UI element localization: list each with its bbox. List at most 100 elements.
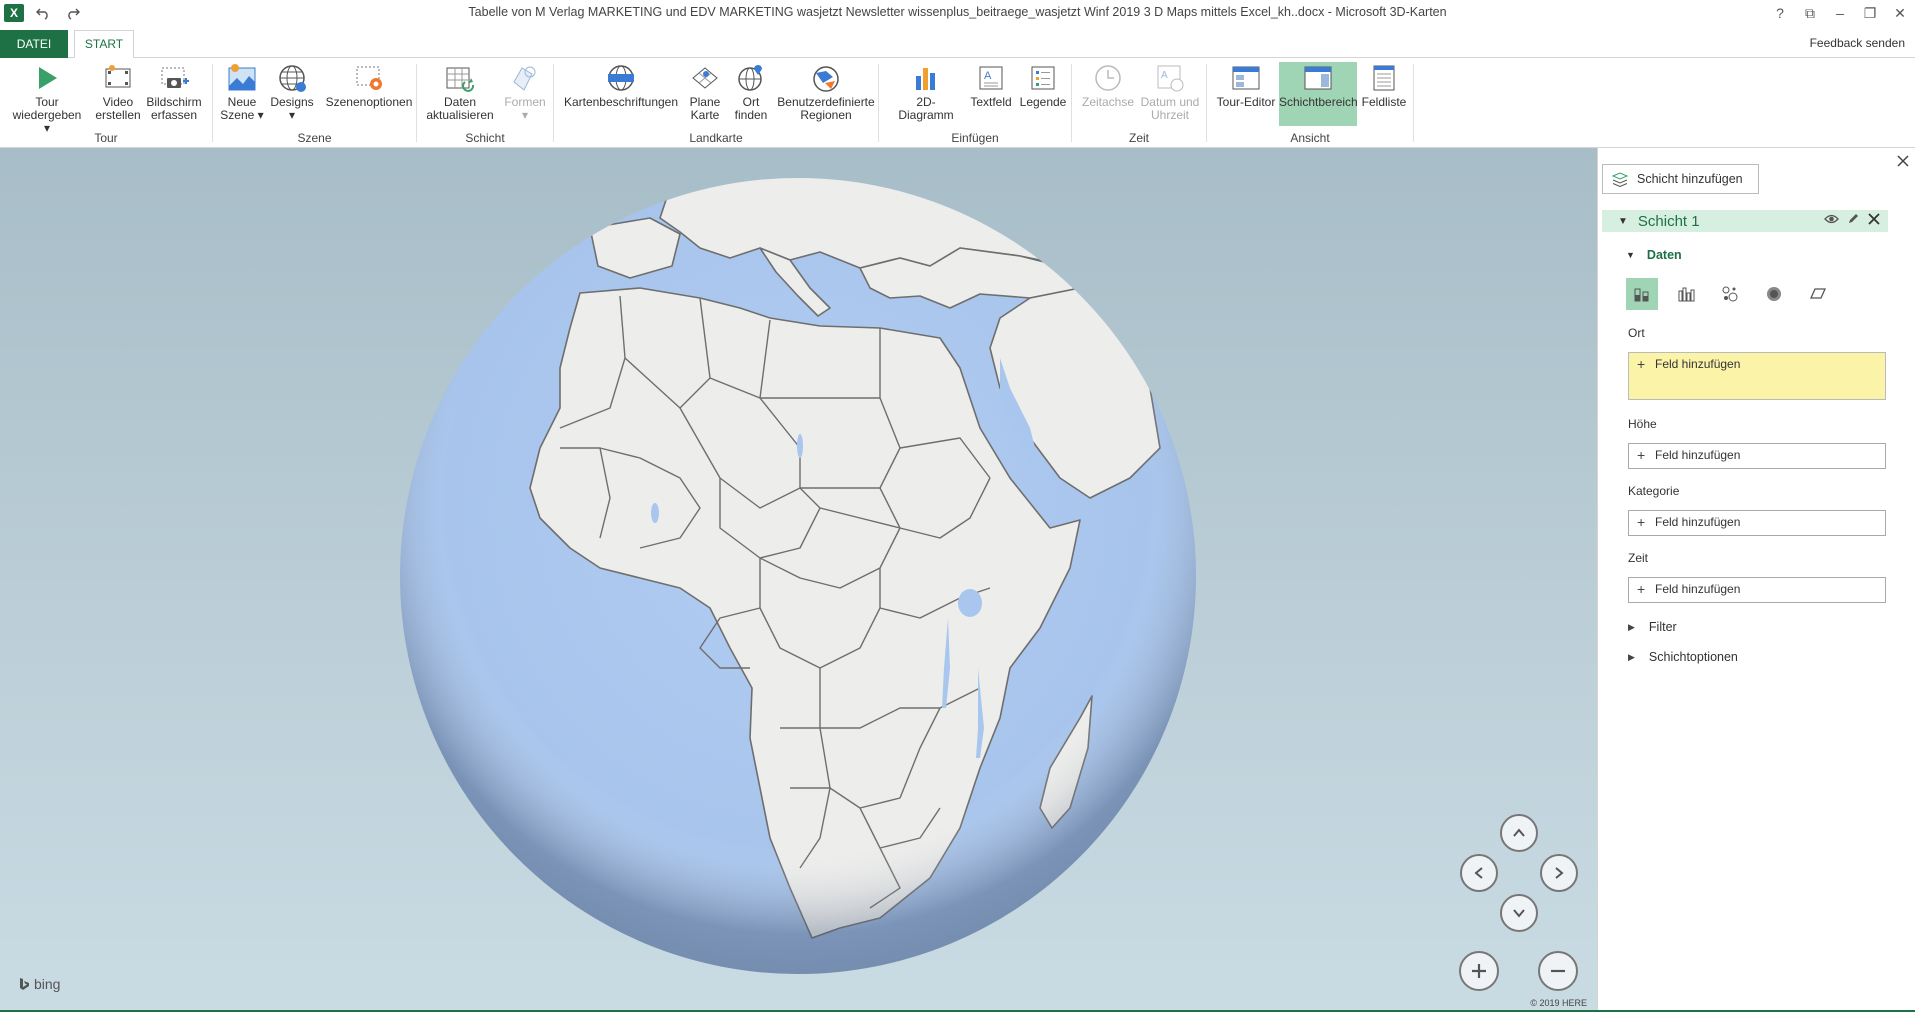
- pan-down-button[interactable]: [1500, 894, 1538, 932]
- data-section-header[interactable]: ▼ Daten: [1626, 248, 1682, 262]
- region-icon: [1809, 288, 1827, 299]
- create-video-button[interactable]: Video erstellen: [92, 62, 144, 122]
- ribbon-display-button[interactable]: ⧉: [1795, 0, 1825, 26]
- plus-icon: +: [1637, 581, 1646, 597]
- designs-button[interactable]: Designs ▾: [269, 62, 315, 122]
- pan-up-button[interactable]: [1500, 814, 1538, 852]
- pan-right-button[interactable]: [1540, 854, 1578, 892]
- group-label-tour: Tour: [94, 131, 118, 145]
- chevron-up-icon: [1513, 828, 1525, 837]
- close-button[interactable]: ✕: [1885, 0, 1915, 26]
- window-title: Tabelle von M Verlag MARKETING und EDV M…: [468, 5, 1447, 19]
- close-icon: [1897, 155, 1909, 167]
- height-field-drop[interactable]: + Feld hinzufügen: [1628, 443, 1886, 469]
- map-canvas[interactable]: bing © 2019 HERE: [0, 148, 1597, 1010]
- tour-editor-button[interactable]: Tour-Editor: [1213, 62, 1279, 126]
- separator: [1413, 64, 1414, 142]
- layer-name[interactable]: Schicht 1: [1638, 213, 1700, 230]
- refresh-data-button[interactable]: Daten aktualisieren: [425, 62, 495, 122]
- chevron-right-icon: [1555, 867, 1564, 879]
- custom-regions-button[interactable]: Benutzerdefinierte Regionen: [776, 62, 876, 122]
- camera-icon: [161, 67, 189, 88]
- timeline-label: Zeitachse: [1081, 95, 1135, 109]
- expand-triangle-icon[interactable]: ▶: [1628, 622, 1635, 633]
- viz-region-button[interactable]: [1802, 278, 1834, 310]
- zoom-in-button[interactable]: [1459, 951, 1499, 991]
- viz-stacked-column-button[interactable]: [1626, 278, 1658, 310]
- category-field-value: Feld hinzufügen: [1655, 515, 1741, 529]
- layer-options-section[interactable]: ▶ Schichtoptionen: [1628, 650, 1738, 664]
- screenshot-label-2: erfassen: [150, 108, 198, 122]
- expand-triangle-icon[interactable]: ▶: [1628, 652, 1635, 663]
- new-scene-icon: [228, 64, 256, 91]
- time-field-value: Feld hinzufügen: [1655, 582, 1741, 596]
- map-labels-label: Kartenbeschriftungen: [563, 95, 679, 109]
- globe[interactable]: [0, 148, 1597, 1010]
- textbox-button[interactable]: A Textfeld: [967, 62, 1015, 109]
- add-layer-label: Schicht hinzufügen: [1637, 172, 1743, 186]
- insert-2d-chart-button[interactable]: 2D-Diagramm: [889, 62, 963, 122]
- heatmap-icon: [1767, 287, 1781, 301]
- viz-bubble-button[interactable]: [1714, 278, 1746, 310]
- maximize-button[interactable]: ❐: [1855, 0, 1885, 26]
- find-location-button[interactable]: Ort finden: [728, 62, 774, 122]
- bing-icon: [20, 978, 29, 990]
- height-field-value: Feld hinzufügen: [1655, 448, 1741, 462]
- shapes-button[interactable]: Formen ▾: [501, 62, 549, 122]
- group-label-landkarte: Landkarte: [689, 131, 743, 145]
- capture-screen-button[interactable]: Bildschirm erfassen: [144, 62, 204, 122]
- layer-header[interactable]: ▼ Schicht 1: [1602, 210, 1888, 232]
- add-layer-icon: [1611, 172, 1629, 187]
- play-tour-button[interactable]: Tour wiedergeben ▾: [8, 62, 86, 135]
- category-field-drop[interactable]: + Feld hinzufügen: [1628, 510, 1886, 536]
- zoom-out-button[interactable]: [1538, 951, 1578, 991]
- play-icon: [39, 67, 57, 89]
- legend-button[interactable]: Legende: [1017, 62, 1069, 109]
- close-pane-button[interactable]: [1897, 154, 1909, 172]
- data-collapse-icon[interactable]: ▼: [1626, 250, 1635, 260]
- minimize-button[interactable]: –: [1825, 0, 1855, 26]
- rename-layer-button[interactable]: [1847, 212, 1860, 228]
- delete-layer-button[interactable]: [1868, 212, 1880, 228]
- location-field-value: Feld hinzufügen: [1655, 357, 1741, 371]
- video-icon: [105, 65, 131, 88]
- svg-text:A: A: [984, 70, 992, 82]
- location-field-drop[interactable]: + Feld hinzufügen: [1628, 352, 1886, 400]
- custom-regions-label-2: Regionen: [800, 108, 852, 122]
- flat-map-button[interactable]: Plane Karte: [682, 62, 728, 122]
- date-time-button[interactable]: A Datum und Uhrzeit: [1136, 62, 1204, 122]
- legend-icon: [1031, 66, 1055, 90]
- visibility-button[interactable]: [1824, 212, 1839, 228]
- layer-pane-icon: [1304, 66, 1332, 90]
- bar-chart-icon: [916, 68, 935, 90]
- scene-options-button[interactable]: Szenenoptionen: [323, 62, 415, 109]
- pan-left-button[interactable]: [1460, 854, 1498, 892]
- svg-text:A: A: [1161, 70, 1168, 81]
- find-location-icon: [738, 65, 762, 91]
- add-layer-button[interactable]: Schicht hinzufügen: [1602, 164, 1759, 194]
- layer-pane-button[interactable]: Schichtbereich: [1279, 62, 1358, 126]
- viz-heatmap-button[interactable]: [1758, 278, 1790, 310]
- feedback-link[interactable]: Feedback senden: [1810, 36, 1905, 50]
- collapse-triangle-icon[interactable]: ▼: [1618, 216, 1628, 227]
- map-labels-button[interactable]: Kartenbeschriftungen: [562, 62, 680, 109]
- filter-section[interactable]: ▶ Filter: [1628, 620, 1677, 634]
- shapes-label-2: ▾: [521, 108, 529, 122]
- time-field-drop[interactable]: + Feld hinzufügen: [1628, 577, 1886, 603]
- tab-start[interactable]: START: [74, 30, 134, 59]
- data-section-label: Daten: [1646, 248, 1682, 262]
- bing-logo: bing: [18, 976, 60, 992]
- globe-theme-icon: [279, 65, 306, 92]
- tab-file[interactable]: DATEI: [0, 30, 68, 58]
- timeline-button[interactable]: Zeitachse: [1080, 62, 1136, 109]
- flat-map-label-2: Karte: [690, 108, 720, 122]
- pencil-icon: [1849, 214, 1858, 223]
- stacked-column-icon: [1634, 288, 1649, 302]
- group-schicht: Daten aktualisieren Formen ▾ Schicht: [417, 58, 553, 148]
- field-list-button[interactable]: Feldliste: [1359, 62, 1409, 126]
- help-button[interactable]: ?: [1765, 0, 1795, 26]
- new-scene-button[interactable]: Neue Szene ▾: [219, 62, 265, 122]
- viz-clustered-column-button[interactable]: [1670, 278, 1702, 310]
- window-controls: ? ⧉ – ❐ ✕: [1765, 0, 1915, 26]
- group-label-einfuegen: Einfügen: [951, 131, 999, 145]
